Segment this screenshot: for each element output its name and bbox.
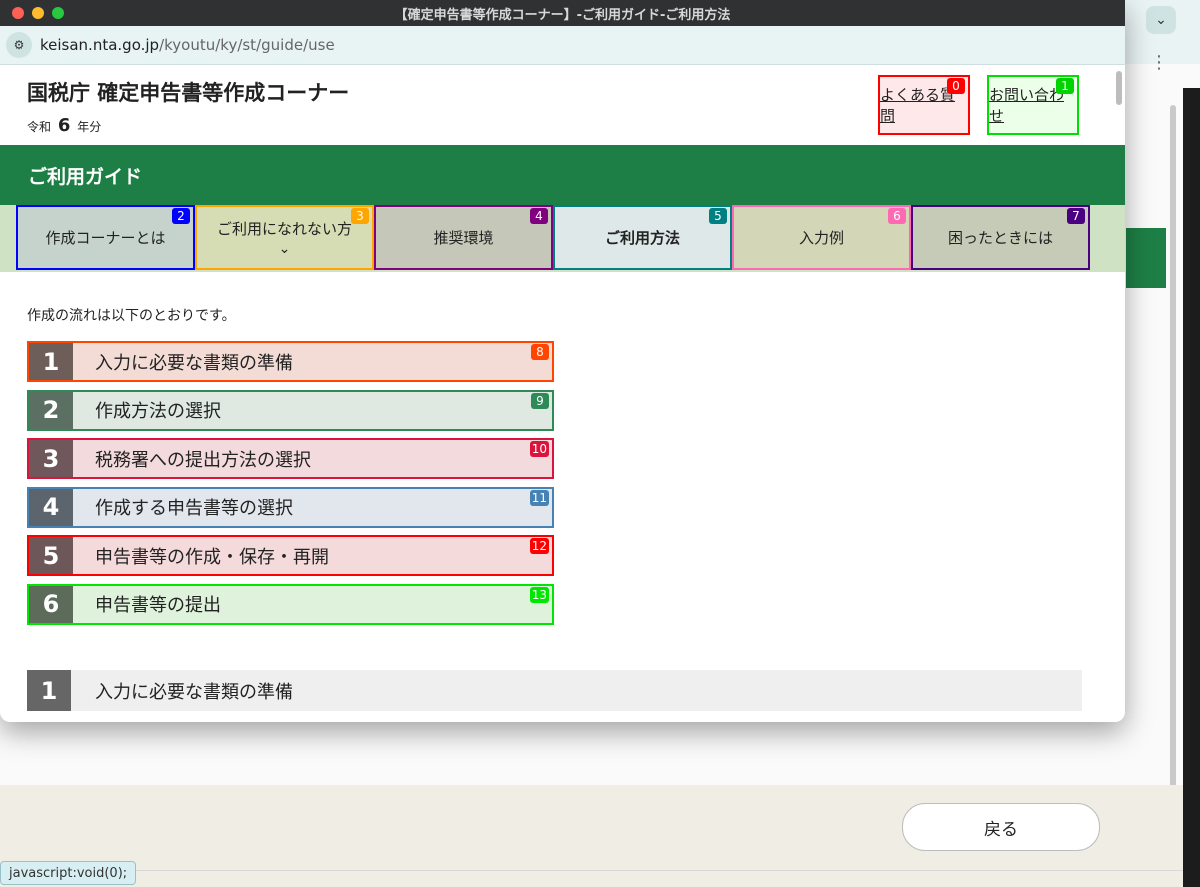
step-number: 5: [29, 537, 73, 574]
tab-examples[interactable]: 入力例 6: [732, 205, 911, 270]
step-label: 申告書等の提出: [95, 595, 221, 616]
step-label: 作成する申告書等の選択: [95, 498, 293, 519]
site-settings-icon[interactable]: ⚙: [6, 32, 32, 58]
step-number: 6: [29, 585, 73, 623]
step-link-1[interactable]: 1 入力に必要な書類の準備 8: [27, 341, 554, 382]
step-label: 作成方法の選択: [95, 401, 221, 422]
element-badge: 12: [529, 538, 549, 554]
intro-text: 作成の流れは以下のとおりです。: [27, 308, 236, 324]
divider: [0, 870, 1183, 871]
element-badge: 4: [530, 208, 548, 224]
status-bar-url: javascript:void(0);: [0, 861, 137, 885]
element-badge: 3: [351, 208, 369, 224]
step-link-3[interactable]: 3 税務署への提出方法の選択 10: [27, 438, 554, 479]
step-number: 1: [29, 343, 73, 380]
window-title: 【確定申告書等作成コーナー】-ご利用ガイド-ご利用方法: [394, 7, 731, 23]
element-badge: 7: [1067, 208, 1085, 224]
url-host: keisan.nta.go.jp: [40, 36, 160, 54]
step-label: 申告書等の作成・保存・再開: [95, 546, 329, 568]
chevron-down-icon: ⌄: [278, 241, 291, 257]
element-badge: 2: [172, 208, 190, 224]
guide-title: ご利用ガイド: [28, 165, 143, 188]
popup-window: 【確定申告書等作成コーナー】-ご利用ガイド-ご利用方法 ⚙ keisan.nta…: [0, 0, 1125, 722]
step-label: 税務署への提出方法の選択: [95, 449, 311, 471]
step-number: 3: [29, 440, 73, 477]
url-text[interactable]: keisan.nta.go.jp/kyoutu/ky/st/guide/use: [40, 36, 335, 54]
step-link-2[interactable]: 2 作成方法の選択 9: [27, 389, 554, 431]
background-green-block: [1126, 228, 1166, 288]
page-content: 国税庁 確定申告書等作成コーナー 令和 6 年分 よくある質問 0 お問い合わせ…: [0, 65, 1125, 722]
step-list: 1 入力に必要な書類の準備 8 2 作成方法の選択 9 3 税務署への提出方法の…: [27, 341, 554, 632]
section-title: 入力に必要な書類の準備: [95, 681, 293, 703]
minimize-window-button[interactable]: [32, 7, 44, 19]
contact-link[interactable]: お問い合わせ 1: [987, 75, 1079, 135]
step-link-5[interactable]: 5 申告書等の作成・保存・再開 12: [27, 535, 554, 576]
section-number: 1: [27, 670, 71, 711]
step-label: 入力に必要な書類の準備: [95, 352, 293, 374]
url-path: /kyoutu/ky/st/guide/use: [159, 36, 335, 54]
tab-troubleshooting[interactable]: 困ったときには 7: [911, 205, 1090, 270]
element-badge: 8: [531, 344, 549, 360]
step-number: 2: [29, 391, 73, 429]
year-suffix: 年分: [77, 120, 102, 134]
background-scrollbar[interactable]: [1166, 95, 1180, 800]
guide-tabs: 作成コーナーとは 2 ご利用になれない方 ⌄ 3 推奨環境 4 ご利用方法 5 …: [0, 205, 1125, 272]
tab-label: 作成コーナーとは: [45, 229, 166, 247]
site-title: 国税庁 確定申告書等作成コーナー: [27, 81, 350, 105]
popup-scrollbar[interactable]: [1115, 69, 1123, 719]
back-button[interactable]: 戻る: [902, 803, 1100, 851]
element-badge: 5: [709, 208, 727, 224]
element-badge: 13: [529, 586, 549, 603]
tab-label: ご利用方法: [604, 229, 680, 247]
faq-link[interactable]: よくある質問 0: [878, 75, 970, 135]
tab-environment[interactable]: 推奨環境 4: [374, 205, 553, 270]
year-number: 6: [57, 115, 71, 136]
element-badge: 6: [888, 208, 906, 224]
more-vert-icon[interactable]: ⋮: [1150, 52, 1168, 73]
tab-usage[interactable]: ご利用方法 5: [553, 205, 732, 270]
background-sidebar: [1183, 88, 1200, 887]
step-link-6[interactable]: 6 申告書等の提出 13: [27, 583, 554, 625]
year-prefix: 令和: [27, 120, 52, 134]
site-header: 国税庁 確定申告書等作成コーナー 令和 6 年分 よくある質問 0 お問い合わせ…: [0, 65, 1125, 145]
zoom-window-button[interactable]: [52, 7, 64, 19]
tab-label: 困ったときには: [947, 229, 1053, 247]
guide-title-bar: ご利用ガイド: [0, 145, 1125, 205]
element-badge: 1: [1056, 78, 1074, 94]
tab-ineligible[interactable]: ご利用になれない方 ⌄ 3: [195, 205, 374, 270]
element-badge: 11: [529, 489, 549, 506]
close-window-button[interactable]: [12, 7, 24, 19]
step-number: 4: [29, 488, 73, 526]
tab-label: 入力例: [798, 229, 844, 247]
step-link-4[interactable]: 4 作成する申告書等の選択 11: [27, 486, 554, 528]
element-badge: 0: [947, 78, 965, 94]
tab-expand-button[interactable]: ⌄: [1146, 6, 1176, 34]
tax-year: 令和 6 年分: [27, 115, 101, 136]
scrollbar-thumb[interactable]: [1170, 105, 1176, 795]
tab-label: ご利用になれない方: [216, 220, 352, 238]
window-controls: [12, 7, 64, 19]
chevron-down-icon: ⌄: [1155, 12, 1167, 28]
tab-about[interactable]: 作成コーナーとは 2: [16, 205, 195, 270]
section-heading: 1 入力に必要な書類の準備: [27, 670, 1082, 711]
element-badge: 10: [529, 441, 549, 457]
window-titlebar: 【確定申告書等作成コーナー】-ご利用ガイド-ご利用方法: [0, 0, 1125, 26]
address-bar[interactable]: ⚙ keisan.nta.go.jp/kyoutu/ky/st/guide/us…: [0, 26, 1125, 65]
tab-label: 推奨環境: [433, 229, 494, 247]
element-badge: 9: [531, 392, 549, 409]
scrollbar-thumb[interactable]: [1116, 71, 1122, 105]
